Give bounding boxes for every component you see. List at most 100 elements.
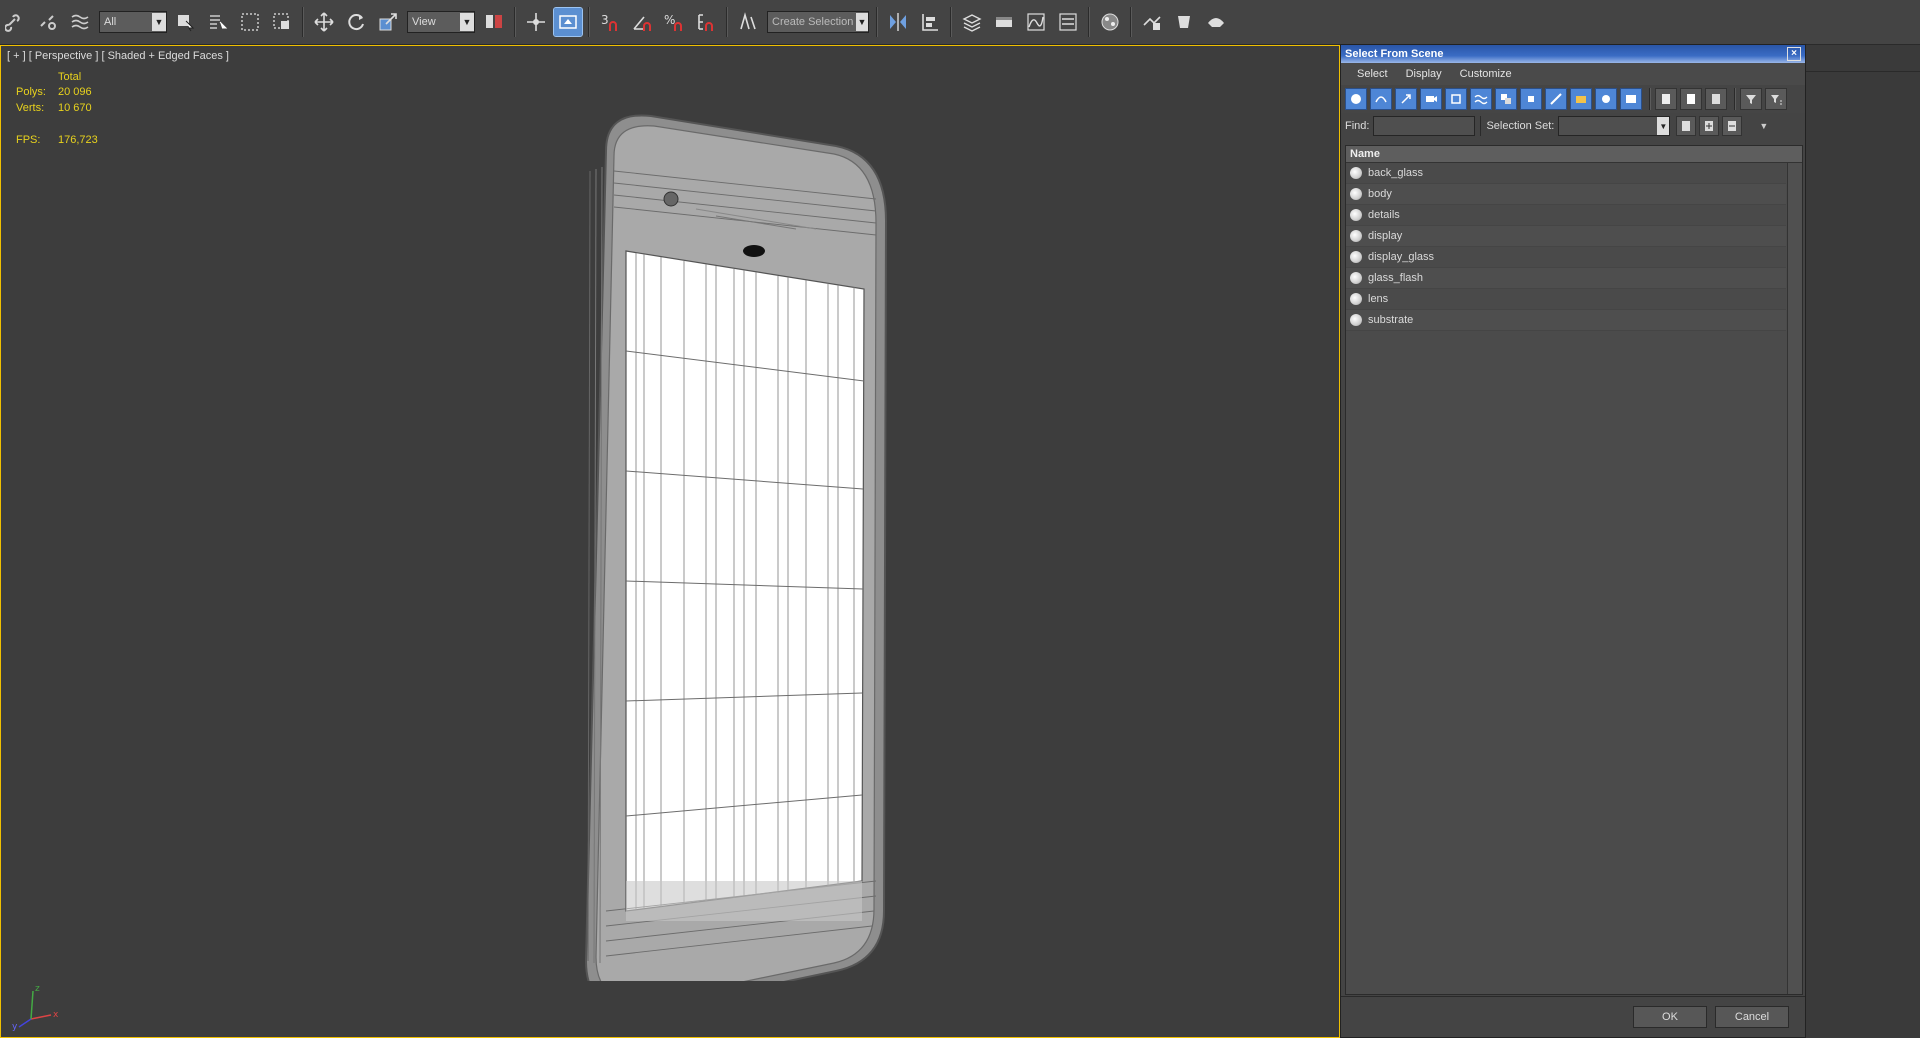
list-item[interactable]: display_glass xyxy=(1346,247,1786,268)
display-shapes-icon[interactable] xyxy=(1370,88,1392,110)
snaps-toggle-icon[interactable]: 3 xyxy=(596,8,624,36)
phone-wireframe-model[interactable] xyxy=(566,111,896,981)
display-hidden-icon[interactable] xyxy=(1620,88,1642,110)
object-name: back_glass xyxy=(1368,167,1424,179)
mirror-icon[interactable] xyxy=(884,8,912,36)
chevron-down-icon: ▼ xyxy=(1657,117,1670,135)
select-from-scene-dialog: Select From Scene × Select Display Custo… xyxy=(1340,44,1806,1038)
display-none-icon[interactable] xyxy=(1680,88,1702,110)
column-header-name[interactable]: Name xyxy=(1346,146,1802,163)
spinner-snap-icon[interactable] xyxy=(692,8,720,36)
object-name: body xyxy=(1368,188,1392,200)
display-frozen-icon[interactable] xyxy=(1595,88,1617,110)
rotate-icon[interactable] xyxy=(342,8,370,36)
scene-object-list: Name back_glass body details display dis… xyxy=(1345,145,1803,995)
chevron-down-icon: ▼ xyxy=(460,13,474,31)
geometry-object-icon xyxy=(1350,209,1362,221)
viewport-label[interactable]: [ + ] [ Perspective ] [ Shaded + Edged F… xyxy=(7,50,229,62)
axis-z-label: z xyxy=(35,984,40,994)
toolbar-separator xyxy=(302,7,304,37)
schematic-view-icon[interactable] xyxy=(1054,8,1082,36)
list-item[interactable]: lens xyxy=(1346,289,1786,310)
toolbar-separator xyxy=(876,7,878,37)
filter-options-icon[interactable] xyxy=(1765,88,1787,110)
display-groups-icon[interactable] xyxy=(1495,88,1517,110)
select-object-icon[interactable] xyxy=(172,8,200,36)
scale-icon[interactable] xyxy=(374,8,402,36)
geometry-object-icon xyxy=(1350,230,1362,242)
rectangular-selection-region-icon[interactable] xyxy=(236,8,264,36)
create-selection-set-icon[interactable] xyxy=(1676,116,1697,136)
material-editor-icon[interactable] xyxy=(1096,8,1124,36)
select-by-name-icon[interactable] xyxy=(204,8,232,36)
dialog-toolbar xyxy=(1341,85,1805,113)
find-input[interactable] xyxy=(1373,116,1476,136)
list-item[interactable]: body xyxy=(1346,184,1786,205)
reference-coordinate-dropdown[interactable]: View ▼ xyxy=(407,11,475,33)
menu-display[interactable]: Display xyxy=(1406,68,1442,80)
cancel-button[interactable]: Cancel xyxy=(1715,1006,1789,1028)
stats-polys-value: 20 096 xyxy=(58,86,92,98)
selection-set-dropdown[interactable]: ▼ xyxy=(1558,116,1671,136)
close-icon[interactable]: × xyxy=(1787,47,1801,61)
add-to-selection-set-icon[interactable] xyxy=(1699,116,1720,136)
toolbar-separator xyxy=(1649,88,1651,110)
object-name: lens xyxy=(1368,293,1389,305)
percent-snap-icon[interactable]: % xyxy=(660,8,688,36)
select-manipulate-icon[interactable] xyxy=(522,8,550,36)
reference-coordinate-value: View xyxy=(412,16,436,28)
display-bones-icon[interactable] xyxy=(1545,88,1567,110)
display-helpers-icon[interactable] xyxy=(1445,88,1467,110)
angle-snap-icon[interactable] xyxy=(628,8,656,36)
pivot-center-icon[interactable] xyxy=(480,8,508,36)
render-setup-icon[interactable] xyxy=(1138,8,1166,36)
dialog-title-bar[interactable]: Select From Scene × xyxy=(1341,45,1805,63)
menu-select[interactable]: Select xyxy=(1357,68,1388,80)
perspective-viewport[interactable]: [ + ] [ Perspective ] [ Shaded + Edged F… xyxy=(0,45,1340,1038)
toolbar-separator xyxy=(514,7,516,37)
stats-fps-value: 176,723 xyxy=(58,134,98,146)
toolbar-separator xyxy=(726,7,728,37)
align-icon[interactable] xyxy=(916,8,944,36)
render-production-icon[interactable] xyxy=(1202,8,1230,36)
display-lights-icon[interactable] xyxy=(1395,88,1417,110)
ok-button[interactable]: OK xyxy=(1633,1006,1707,1028)
main-toolbar: All▼ View ▼ 3 % Create Selection Se▼ xyxy=(0,0,1920,45)
list-item[interactable]: substrate xyxy=(1346,310,1786,331)
display-invert-icon[interactable] xyxy=(1705,88,1727,110)
list-item[interactable]: display xyxy=(1346,226,1786,247)
unlink-selection-icon[interactable] xyxy=(34,8,62,36)
move-icon[interactable] xyxy=(310,8,338,36)
display-xrefs-icon[interactable] xyxy=(1520,88,1542,110)
menu-customize[interactable]: Customize xyxy=(1460,68,1512,80)
display-space-warps-icon[interactable] xyxy=(1470,88,1492,110)
display-cameras-icon[interactable] xyxy=(1420,88,1442,110)
named-selection-set-dropdown[interactable]: Create Selection Se▼ xyxy=(767,11,869,33)
object-rows: back_glass body details display display_… xyxy=(1346,163,1802,331)
list-item[interactable]: back_glass xyxy=(1346,163,1786,184)
list-scrollbar[interactable] xyxy=(1787,163,1802,994)
selection-filter-dropdown[interactable]: All ▼ xyxy=(99,11,167,33)
toolbar-separator xyxy=(1480,116,1482,136)
list-item[interactable]: glass_flash xyxy=(1346,268,1786,289)
remove-from-selection-set-icon[interactable] xyxy=(1722,116,1743,136)
object-name: details xyxy=(1368,209,1400,221)
display-geometry-icon[interactable] xyxy=(1345,88,1367,110)
list-item[interactable]: details xyxy=(1346,205,1786,226)
named-selection-placeholder: Create Selection Se xyxy=(772,16,856,28)
filter-icon[interactable] xyxy=(1740,88,1762,110)
display-all-icon[interactable] xyxy=(1655,88,1677,110)
layer-manager-icon[interactable] xyxy=(958,8,986,36)
ribbon-toggle-icon[interactable] xyxy=(990,8,1018,36)
bind-to-space-warp-icon[interactable] xyxy=(66,8,94,36)
dialog-menu-bar: Select Display Customize xyxy=(1341,63,1805,85)
display-containers-icon[interactable] xyxy=(1570,88,1592,110)
curve-editor-icon[interactable] xyxy=(1022,8,1050,36)
select-and-link-icon[interactable] xyxy=(2,8,30,36)
rendered-frame-window-icon[interactable] xyxy=(1170,8,1198,36)
chevron-down-icon[interactable]: ▼ xyxy=(1759,121,1768,131)
edit-named-selection-icon[interactable] xyxy=(734,8,762,36)
window-crossing-icon[interactable] xyxy=(268,8,296,36)
keyboard-shortcut-override-icon[interactable] xyxy=(553,7,583,37)
toolbar-separator xyxy=(950,7,952,37)
